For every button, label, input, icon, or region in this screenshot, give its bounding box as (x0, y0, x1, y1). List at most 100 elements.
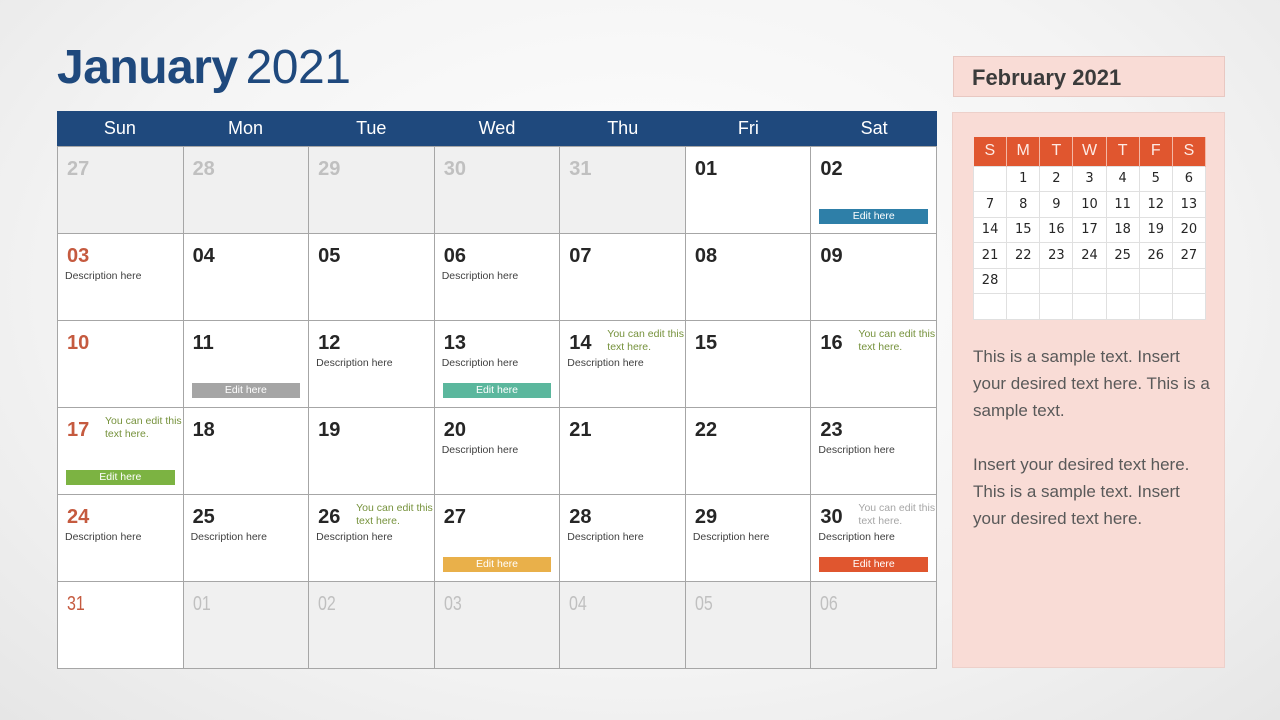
day-cell[interactable]: 31 (560, 147, 686, 234)
day-cell[interactable]: 20 Description here (434, 408, 561, 495)
day-cell[interactable]: 06 (811, 582, 937, 669)
mini-day[interactable]: 25 (1105, 242, 1140, 269)
day-number: 28 (569, 506, 592, 528)
mini-day[interactable]: 8 (1006, 191, 1041, 218)
day-note[interactable]: You can edit this text here. (858, 328, 938, 354)
day-cell[interactable]: 13 Description here Edit here (434, 321, 561, 408)
mini-day[interactable]: 19 (1138, 216, 1173, 243)
day-cell[interactable]: 31 (58, 582, 184, 669)
day-cell[interactable]: 22 (685, 408, 812, 495)
mini-day[interactable]: 27 (1171, 242, 1207, 269)
day-cell[interactable]: 27 Edit here (434, 495, 561, 582)
day-description[interactable]: Description here (191, 531, 267, 543)
mini-day[interactable]: 12 (1138, 191, 1173, 218)
day-number: 19 (318, 419, 341, 441)
event-bar[interactable]: Edit here (442, 557, 552, 572)
day-cell[interactable]: 17 You can edit this text here. Edit here (58, 408, 184, 495)
day-cell[interactable]: 07 (560, 234, 686, 321)
day-cell[interactable]: 30 (434, 147, 561, 234)
day-cell[interactable]: 05 (685, 582, 812, 669)
mini-day[interactable]: 9 (1039, 191, 1074, 218)
mini-day[interactable]: 6 (1171, 165, 1207, 192)
day-description[interactable]: Description here (567, 357, 643, 369)
day-cell[interactable]: 01 (685, 147, 812, 234)
day-note[interactable]: You can edit this text here. (105, 415, 185, 441)
event-bar[interactable]: Edit here (819, 209, 928, 224)
day-description[interactable]: Description here (442, 357, 518, 369)
day-cell[interactable]: 25 Description here (183, 495, 310, 582)
mini-day[interactable]: 28 (972, 267, 1008, 294)
day-cell[interactable]: 02 Edit here (811, 147, 937, 234)
mini-day[interactable]: 1 (1006, 165, 1041, 192)
event-bar[interactable]: Edit here (191, 383, 301, 398)
event-bar[interactable]: Edit here (819, 557, 928, 572)
mini-day[interactable]: 10 (1072, 191, 1107, 218)
day-note[interactable]: You can edit this text here. (356, 502, 436, 528)
mini-day[interactable]: 16 (1039, 216, 1074, 243)
mini-day[interactable]: 24 (1072, 242, 1107, 269)
day-note[interactable]: You can edit this text here. (858, 502, 938, 528)
day-cell[interactable]: 28 (183, 147, 310, 234)
day-cell[interactable]: 21 (560, 408, 686, 495)
mini-day[interactable]: 11 (1105, 191, 1140, 218)
day-description[interactable]: Description here (818, 444, 894, 456)
day-cell[interactable]: 28 Description here (560, 495, 686, 582)
day-description[interactable]: Description here (65, 531, 141, 543)
day-cell[interactable]: 11 Edit here (183, 321, 310, 408)
day-description[interactable]: Description here (693, 531, 769, 543)
day-description[interactable]: Description here (442, 270, 518, 282)
mini-day[interactable]: 14 (972, 216, 1008, 243)
mini-day[interactable]: 5 (1138, 165, 1173, 192)
mini-day[interactable]: 18 (1105, 216, 1140, 243)
mini-day[interactable]: 13 (1171, 191, 1207, 218)
day-cell[interactable]: 03 (434, 582, 561, 669)
mini-day[interactable]: 21 (972, 242, 1008, 269)
day-cell[interactable]: 30 Description here You can edit this text… (811, 495, 937, 582)
day-description[interactable]: Description here (65, 270, 141, 282)
day-number: 03 (67, 245, 90, 267)
mini-day[interactable]: 4 (1105, 165, 1140, 192)
mini-week-row: 7 8 9 10 11 12 13 (972, 191, 1207, 218)
mini-day[interactable]: 20 (1171, 216, 1207, 243)
day-cell[interactable]: 27 (58, 147, 184, 234)
mini-day[interactable]: 17 (1072, 216, 1107, 243)
day-cell[interactable]: 26 Description here You can edit this text… (309, 495, 435, 582)
day-cell[interactable]: 03 Description here (58, 234, 184, 321)
event-bar[interactable]: Edit here (442, 383, 552, 398)
weekday-mon: Mon (228, 118, 264, 138)
mini-day[interactable]: 26 (1138, 242, 1173, 269)
day-cell[interactable]: 09 (811, 234, 937, 321)
mini-day[interactable]: 15 (1006, 216, 1041, 243)
day-cell[interactable]: 23 Description here (811, 408, 937, 495)
mini-day[interactable]: 2 (1039, 165, 1074, 192)
day-cell[interactable]: 02 (309, 582, 435, 669)
event-bar[interactable]: Edit here (66, 470, 175, 485)
mini-day[interactable]: 23 (1039, 242, 1074, 269)
day-cell[interactable]: 15 (685, 321, 812, 408)
day-cell[interactable]: 05 (309, 234, 435, 321)
mini-day[interactable]: 3 (1072, 165, 1107, 192)
mini-day[interactable]: 22 (1006, 242, 1041, 269)
day-cell[interactable]: 18 (183, 408, 310, 495)
day-description[interactable]: Description here (818, 531, 894, 543)
day-description[interactable]: Description here (442, 444, 518, 456)
day-description[interactable]: Description here (316, 357, 392, 369)
day-description[interactable]: Description here (567, 531, 643, 543)
day-cell[interactable]: 06 Description here (434, 234, 561, 321)
day-cell[interactable]: 29 (309, 147, 435, 234)
day-note[interactable]: You can edit this text here. (607, 328, 687, 354)
day-cell[interactable]: 16 You can edit this text here. (811, 321, 937, 408)
day-cell[interactable]: 24 Description here (58, 495, 184, 582)
day-cell[interactable]: 12 Description here (309, 321, 435, 408)
day-number: 07 (569, 245, 592, 267)
day-cell[interactable]: 14 Description here You can edit this text… (560, 321, 686, 408)
day-cell[interactable]: 08 (685, 234, 812, 321)
day-cell[interactable]: 10 (58, 321, 184, 408)
day-cell[interactable]: 19 (309, 408, 435, 495)
day-cell[interactable]: 04 (183, 234, 310, 321)
mini-day[interactable]: 7 (972, 191, 1008, 218)
day-description[interactable]: Description here (316, 531, 392, 543)
day-cell[interactable]: 04 (560, 582, 686, 669)
day-cell[interactable]: 29 Description here (685, 495, 812, 582)
day-cell[interactable]: 01 (183, 582, 310, 669)
